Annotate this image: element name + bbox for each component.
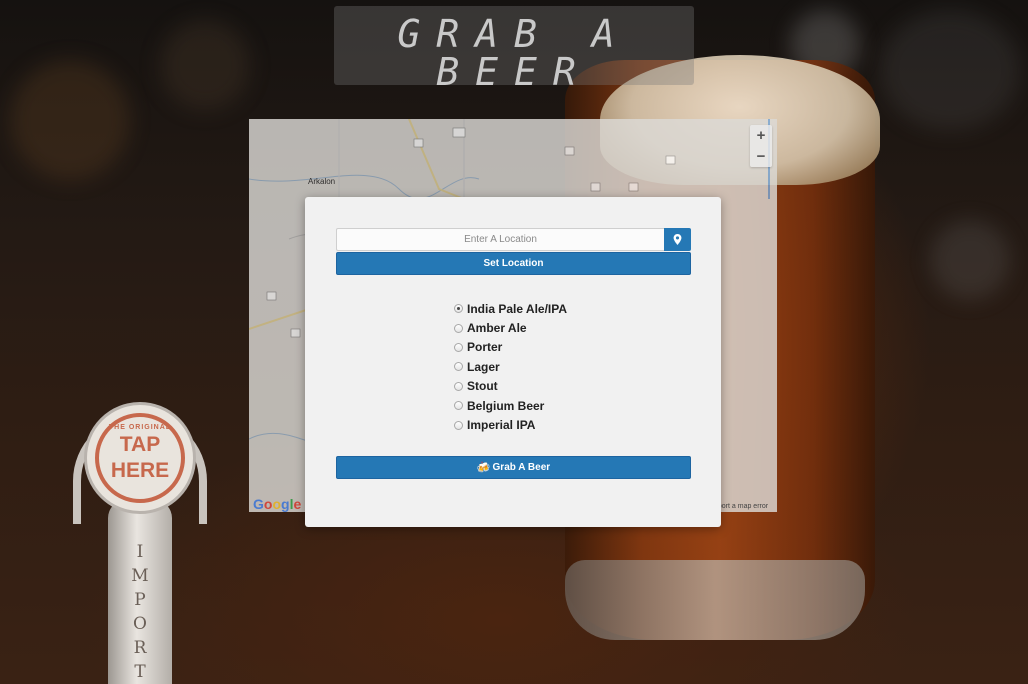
location-input[interactable] [336, 228, 664, 251]
beer-type-option[interactable]: Porter [454, 338, 567, 357]
beer-type-label: Imperial IPA [467, 418, 536, 433]
beers-emoji-icon: 🍻 [476, 462, 491, 474]
radio-button[interactable] [454, 323, 463, 333]
map-town-label: Arkalon [308, 177, 336, 186]
radio-button[interactable] [454, 420, 463, 430]
beer-type-radio-group: India Pale Ale/IPA Amber Ale Porter Lager St… [454, 299, 567, 435]
map-zoom-control: + − [750, 125, 772, 167]
bokeh-light [880, 10, 1020, 130]
radio-button[interactable] [454, 304, 463, 314]
tap-badge-line-2: HERE [110, 459, 170, 482]
tap-badge-small-text: THE ORIGINAL [108, 424, 172, 431]
zoom-out-button[interactable]: − [750, 146, 772, 167]
bokeh-light [930, 220, 1010, 300]
grab-a-beer-label: Grab A Beer [492, 462, 551, 473]
beer-type-label: Amber Ale [467, 321, 527, 336]
beer-type-option[interactable]: Stout [454, 377, 567, 396]
map-marker-glyph [673, 234, 682, 245]
tap-handle-badge: THE ORIGINAL TAP HERE [84, 402, 196, 514]
app-title-logo: GRAB A BEER [334, 6, 694, 94]
zoom-in-button[interactable]: + [750, 125, 772, 146]
bokeh-light [160, 20, 250, 110]
beer-type-label: Belgium Beer [467, 398, 545, 413]
radio-button[interactable] [454, 401, 463, 411]
app-title-line-2: BEER [436, 50, 592, 94]
beer-type-label: Porter [467, 340, 503, 355]
tap-handle-vertical-text: IMPORT [131, 542, 149, 682]
set-location-button[interactable]: Set Location [336, 252, 691, 275]
beer-type-option[interactable]: Amber Ale [454, 318, 567, 337]
beer-type-label: Stout [467, 379, 498, 394]
beer-type-label: Lager [467, 359, 500, 374]
beer-type-label: India Pale Ale/IPA [467, 301, 568, 316]
beer-glass-base-image [565, 560, 865, 640]
beer-type-option[interactable]: India Pale Ale/IPA [454, 299, 567, 318]
radio-button[interactable] [454, 362, 463, 372]
radio-button[interactable] [454, 342, 463, 352]
google-logo[interactable]: Google [253, 496, 301, 512]
radio-button[interactable] [454, 381, 463, 391]
location-input-group [336, 228, 691, 251]
beer-type-option[interactable]: Lager [454, 357, 567, 376]
beer-search-modal: Set Location India Pale Ale/IPA Amber Ale… [305, 197, 721, 527]
beer-type-option[interactable]: Belgium Beer [454, 396, 567, 415]
bokeh-light [10, 60, 130, 180]
map-marker-icon[interactable] [664, 228, 691, 251]
report-map-error-link[interactable]: eport a map error [714, 503, 768, 510]
grab-a-beer-button[interactable]: 🍻 Grab A Beer [336, 456, 691, 479]
beer-type-option[interactable]: Imperial IPA [454, 415, 567, 434]
